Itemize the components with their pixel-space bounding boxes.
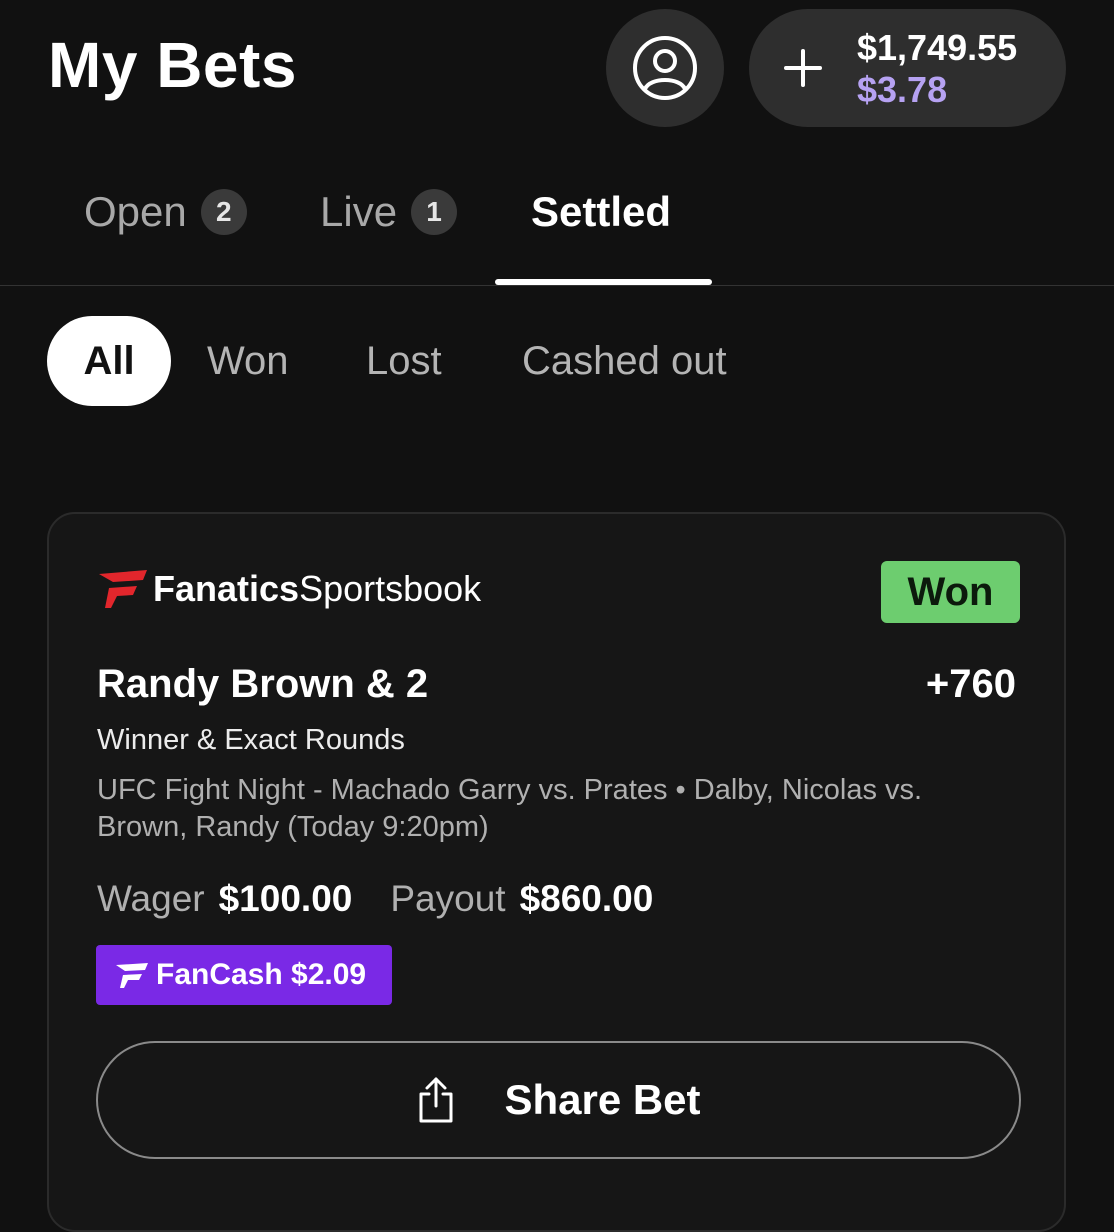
- bet-market: Winner & Exact Rounds: [97, 724, 405, 756]
- status-badge: Won: [881, 561, 1020, 623]
- payout-label: Payout: [390, 878, 506, 919]
- user-circle-icon: [633, 36, 697, 100]
- filter-cashed-out[interactable]: Cashed out: [522, 316, 727, 406]
- plus-icon: [784, 49, 822, 87]
- share-bet-button[interactable]: Share Bet: [96, 1041, 1021, 1159]
- tab-divider: [0, 285, 1114, 286]
- profile-button[interactable]: [606, 9, 724, 127]
- balance-pill[interactable]: $1,749.55 $3.78: [749, 9, 1066, 127]
- tab-label: Live: [320, 188, 398, 235]
- tab-count-badge: 1: [411, 189, 458, 235]
- wager-label: Wager: [97, 878, 205, 919]
- share-icon: [419, 1077, 453, 1123]
- tab-label: Open: [84, 188, 187, 235]
- brand-bold: Fanatics: [153, 568, 300, 609]
- wager-amount: $100.00: [218, 878, 353, 919]
- fancash-text: FanCash $2.09: [156, 958, 367, 991]
- event-description: UFC Fight Night - Machado Garry vs. Prat…: [97, 774, 923, 843]
- filter-lost[interactable]: Lost: [366, 316, 442, 406]
- balance-amount: $1,749.55: [857, 27, 1018, 68]
- tab-open[interactable]: Open 2: [84, 186, 247, 238]
- bonus-balance-amount: $3.78: [857, 69, 948, 110]
- payout-amount: $860.00: [519, 878, 654, 919]
- tab-settled[interactable]: Settled: [531, 186, 671, 238]
- share-bet-label: Share Bet: [504, 1076, 701, 1123]
- bet-selection: Randy Brown & 2: [97, 662, 429, 706]
- bet-card[interactable]: FanaticsSportsbook Won Randy Brown & 2 +…: [47, 512, 1066, 1232]
- bet-amounts: Wager $100.00 Payout $860.00: [97, 878, 653, 920]
- bet-odds: +760: [925, 662, 1016, 706]
- tab-count-badge: 2: [200, 189, 247, 235]
- fanatics-logo-icon: [116, 963, 148, 988]
- fanatics-logo-icon: [99, 570, 147, 608]
- brand-light: Sportsbook: [299, 568, 482, 609]
- page-title: My Bets: [48, 29, 297, 101]
- filter-all[interactable]: All: [47, 316, 171, 406]
- tab-live[interactable]: Live 1: [320, 186, 458, 238]
- filter-won[interactable]: Won: [207, 316, 289, 406]
- fancash-badge: FanCash $2.09: [96, 945, 392, 1005]
- tab-label: Settled: [531, 188, 672, 235]
- sportsbook-logo: FanaticsSportsbook: [97, 568, 481, 610]
